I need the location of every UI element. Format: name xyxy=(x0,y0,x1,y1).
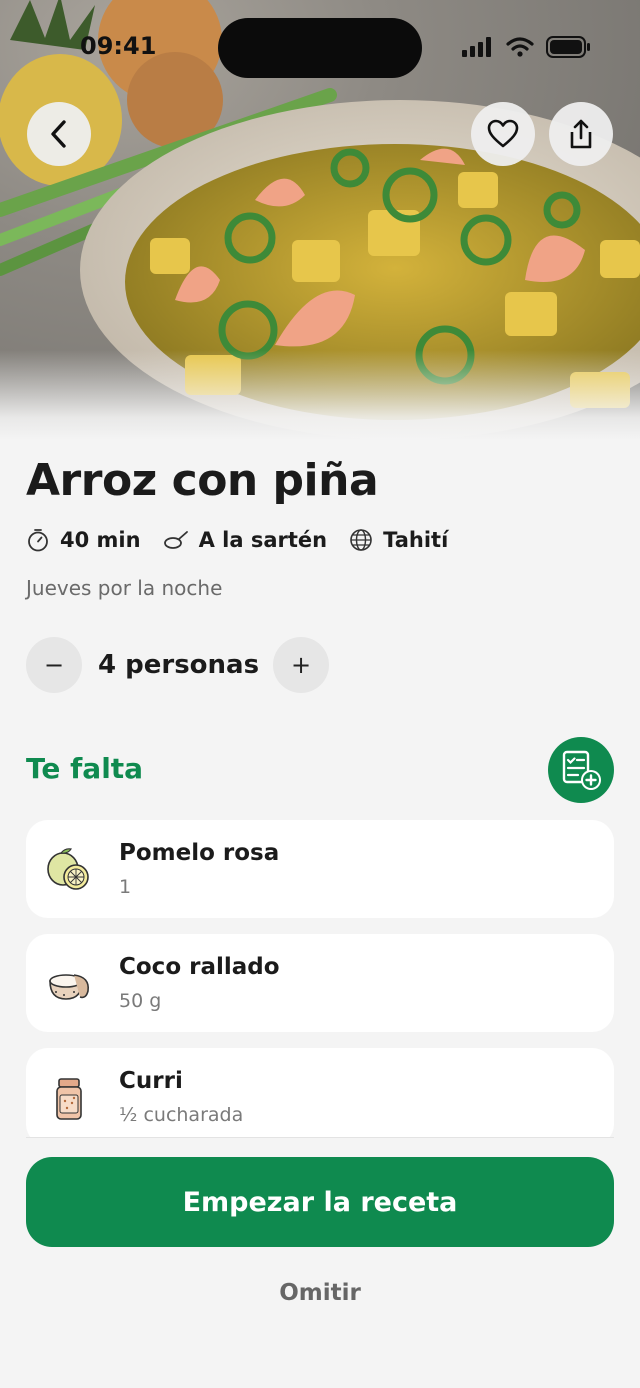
signal-icon xyxy=(462,37,491,57)
ingredient-name: Coco rallado xyxy=(119,954,280,980)
meta-time-label: 40 min xyxy=(60,528,141,552)
status-time: 09:41 xyxy=(80,32,157,60)
missing-ingredients-list: Pomelo rosa 1 Coco rallado 50 g Curri ½ … xyxy=(26,820,614,1138)
ingredient-name: Curri xyxy=(119,1068,183,1094)
status-bar: 09:41 xyxy=(0,0,640,96)
ingredient-card[interactable]: Coco rallado 50 g xyxy=(26,934,614,1032)
meta-method: A la sartén xyxy=(163,528,328,552)
share-icon xyxy=(570,119,592,149)
share-button[interactable] xyxy=(549,102,613,166)
start-recipe-button[interactable]: Empezar la receta xyxy=(26,1157,614,1247)
meta-origin-label: Tahití xyxy=(383,528,449,552)
globe-icon xyxy=(350,529,372,551)
pan-icon xyxy=(163,531,188,549)
recipe-subtitle: Jueves por la noche xyxy=(26,576,223,600)
meta-time: 40 min xyxy=(26,528,141,552)
status-icons xyxy=(462,36,590,58)
heart-icon xyxy=(487,119,519,148)
spice-jar-icon xyxy=(56,1078,82,1120)
checklist-add-icon xyxy=(562,750,601,790)
battery-icon xyxy=(546,36,590,58)
wifi-icon xyxy=(506,37,534,57)
add-to-shopping-list-button[interactable] xyxy=(548,737,614,803)
ingredient-quantity: ½ cucharada xyxy=(119,1104,244,1126)
ingredient-quantity: 50 g xyxy=(119,990,162,1012)
coconut-icon xyxy=(49,974,90,1000)
meta-origin: Tahití xyxy=(349,528,448,552)
decrease-servings-button[interactable]: − xyxy=(26,637,82,693)
missing-section-title: Te falta xyxy=(26,752,144,785)
list-divider xyxy=(26,1137,614,1138)
timer-icon xyxy=(28,529,48,552)
recipe-title: Arroz con piña xyxy=(26,455,379,506)
dynamic-island xyxy=(218,18,422,78)
ingredient-quantity: 1 xyxy=(119,876,132,898)
back-button[interactable] xyxy=(27,102,91,166)
grapefruit-icon xyxy=(47,848,89,890)
ingredient-name: Pomelo rosa xyxy=(119,840,280,866)
servings-stepper: − 4 personas + xyxy=(26,637,330,693)
favorite-button[interactable] xyxy=(471,102,535,166)
recipe-meta: 40 min A la sartén Tahití xyxy=(26,528,448,552)
ingredient-card[interactable]: Pomelo rosa 1 xyxy=(26,820,614,918)
ingredient-card[interactable]: Curri ½ cucharada xyxy=(26,1048,614,1138)
increase-servings-button[interactable]: + xyxy=(273,637,330,693)
skip-button[interactable]: Omitir xyxy=(0,1280,640,1306)
meta-method-label: A la sartén xyxy=(198,528,328,552)
chevron-left-icon xyxy=(51,120,66,148)
servings-label: 4 personas xyxy=(98,650,260,680)
